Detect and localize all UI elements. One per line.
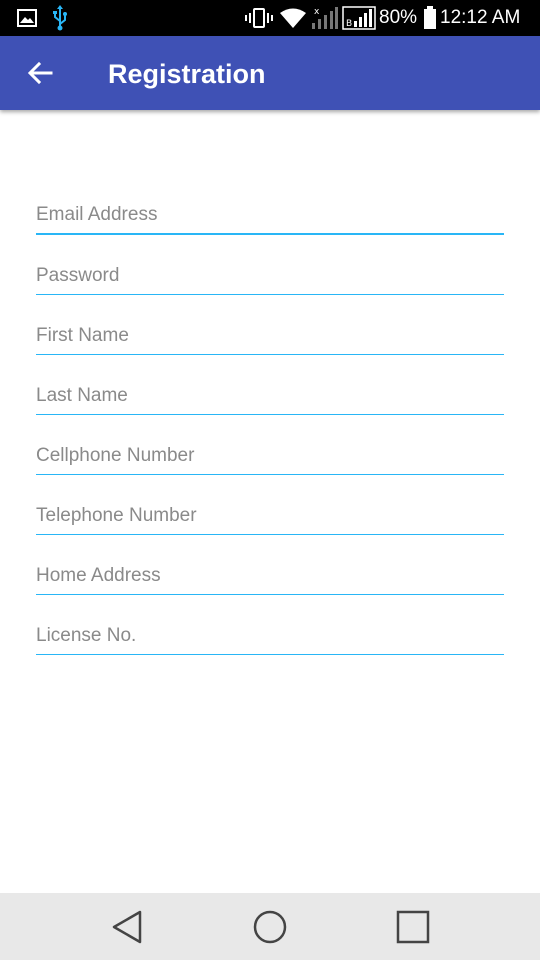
gallery-icon <box>16 0 38 36</box>
nav-bar <box>0 893 540 960</box>
wifi-icon <box>278 0 308 36</box>
usb-icon <box>50 0 70 36</box>
license-field-container <box>36 617 504 657</box>
status-time: 12:12 AM <box>440 7 521 28</box>
home-address-field-container <box>36 557 504 597</box>
first-name-field[interactable] <box>36 317 504 355</box>
back-arrow-icon <box>27 61 53 85</box>
email-field-container <box>36 197 504 237</box>
nav-recents-button[interactable] <box>383 901 443 953</box>
nav-back-button[interactable] <box>97 901 157 953</box>
battery-icon <box>422 0 438 36</box>
telephone-field[interactable] <box>36 497 504 535</box>
last-name-field[interactable] <box>36 377 504 415</box>
first-name-field-container <box>36 317 504 357</box>
email-field[interactable] <box>36 197 504 235</box>
back-triangle-icon <box>112 910 142 944</box>
license-field[interactable] <box>36 617 504 655</box>
password-field[interactable] <box>36 257 504 295</box>
page-title: Registration <box>108 59 266 89</box>
svg-text:B: B <box>346 19 352 29</box>
battery-percent: 80% <box>379 7 418 28</box>
home-circle-icon <box>253 910 287 944</box>
status-bar: x B 80% 12:12 AM <box>0 0 540 36</box>
back-button[interactable] <box>18 53 62 93</box>
signal-icon: B <box>342 0 376 36</box>
vibrate-icon <box>244 0 274 36</box>
signal-x-icon: x <box>309 0 339 36</box>
svg-text:x: x <box>314 7 320 17</box>
home-address-field[interactable] <box>36 557 504 595</box>
telephone-field-container <box>36 497 504 537</box>
nav-home-button[interactable] <box>240 901 300 953</box>
app-bar: Registration <box>0 36 540 110</box>
recents-square-icon <box>396 910 430 944</box>
last-name-field-container <box>36 377 504 417</box>
cellphone-field[interactable] <box>36 437 504 475</box>
cellphone-field-container <box>36 437 504 477</box>
password-field-container <box>36 257 504 297</box>
